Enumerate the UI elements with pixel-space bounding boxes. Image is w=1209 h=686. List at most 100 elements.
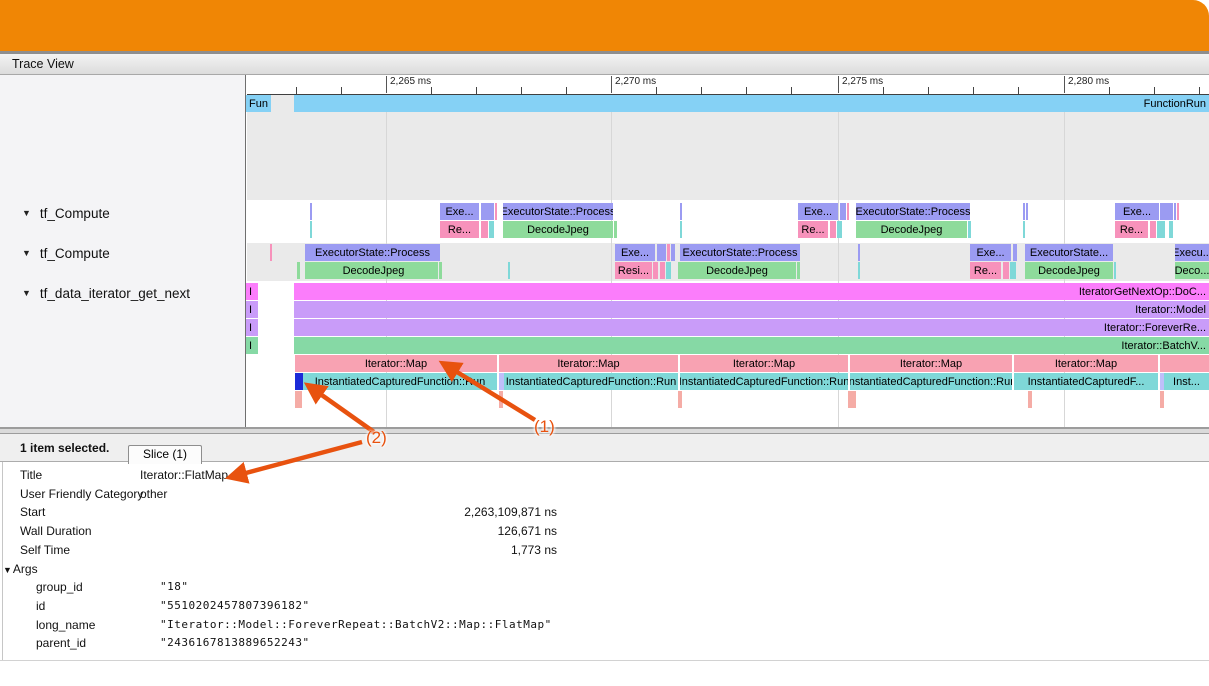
trace-slice[interactable]: Exe... — [440, 203, 479, 220]
trace-slice[interactable] — [1169, 221, 1173, 238]
sidebar-track-tf_Compute[interactable]: ▼tf_Compute — [22, 203, 110, 223]
trace-slice[interactable] — [1150, 221, 1156, 238]
collapse-triangle-icon[interactable]: ▼ — [22, 288, 31, 298]
trace-slice[interactable]: DecodeJpeg — [309, 262, 438, 279]
collapse-triangle-icon[interactable]: ▼ — [22, 208, 31, 218]
trace-slice[interactable] — [680, 221, 682, 238]
trace-slice[interactable]: Execu... — [1175, 244, 1209, 261]
trace-slice[interactable] — [1013, 244, 1017, 261]
trace-slice[interactable]: Exe... — [798, 203, 838, 220]
trace-slice[interactable]: InstantiatedCapturedFunction::Run — [303, 373, 497, 390]
trace-slice[interactable] — [1160, 391, 1164, 408]
trace-slice[interactable]: I — [246, 283, 258, 300]
trace-slice[interactable] — [1026, 203, 1028, 220]
trace-slice[interactable] — [678, 391, 682, 408]
trace-slice[interactable]: Iterator::Model — [294, 301, 1209, 318]
trace-slice[interactable] — [310, 203, 312, 220]
trace-slice[interactable]: InstantiatedCapturedFunction::Run — [680, 373, 848, 390]
trace-slice[interactable]: Iterator::Map — [850, 355, 1012, 372]
trace-slice[interactable] — [295, 391, 302, 408]
trace-slice[interactable] — [968, 221, 971, 238]
trace-slice[interactable]: Re... — [798, 221, 828, 238]
trace-slice[interactable]: Inst... — [1164, 373, 1209, 390]
trace-slice[interactable]: FunctionRun — [294, 95, 1209, 112]
tab-slice[interactable]: Slice (1) — [128, 445, 202, 464]
trace-slice[interactable]: I — [246, 319, 258, 336]
trace-slice[interactable] — [680, 203, 682, 220]
trace-slice[interactable]: Iterator::BatchV... — [294, 337, 1209, 354]
trace-slice[interactable]: Re... — [1115, 221, 1148, 238]
trace-slice[interactable]: Fun — [246, 95, 271, 112]
trace-slice[interactable] — [858, 244, 860, 261]
trace-slice[interactable] — [297, 262, 300, 279]
args-toggle[interactable]: ▼Args — [3, 562, 38, 576]
collapse-triangle-icon[interactable]: ▼ — [22, 248, 31, 258]
trace-slice[interactable] — [270, 244, 272, 261]
trace-slice[interactable] — [614, 221, 617, 238]
trace-slice[interactable]: InstantiatedCapturedF... — [1014, 373, 1158, 390]
sidebar-track-tf_data_iterator_get_next[interactable]: ▼tf_data_iterator_get_next — [22, 283, 190, 303]
trace-slice[interactable] — [495, 203, 497, 220]
trace-slice[interactable] — [667, 244, 670, 261]
trace-slice[interactable] — [1160, 203, 1173, 220]
trace-slice[interactable] — [1028, 391, 1032, 408]
trace-slice[interactable] — [657, 244, 666, 261]
trace-slice[interactable]: InstantiatedCapturedFunction::Run — [850, 373, 1012, 390]
trace-slice[interactable]: Exe... — [970, 244, 1011, 261]
trace-slice[interactable] — [671, 244, 675, 261]
trace-slice[interactable]: DecodeJpeg — [1025, 262, 1113, 279]
trace-slice[interactable]: ExecutorState... — [1025, 244, 1113, 261]
trace-slice[interactable]: Exe... — [615, 244, 655, 261]
trace-slice[interactable] — [847, 203, 849, 220]
trace-slice[interactable]: Iterator::Map — [295, 355, 497, 372]
trace-slice[interactable] — [848, 391, 856, 408]
trace-slice[interactable]: Exe... — [1115, 203, 1159, 220]
trace-slice[interactable] — [489, 221, 494, 238]
trace-slice[interactable]: Iterator::Map — [499, 355, 678, 372]
trace-slice[interactable]: Iterator::Map — [1014, 355, 1158, 372]
trace-slice[interactable] — [1114, 262, 1116, 279]
selected-slice[interactable] — [295, 373, 303, 390]
trace-slice[interactable]: ExecutorState::Process — [305, 244, 440, 261]
trace-slice[interactable] — [439, 262, 442, 279]
trace-slice[interactable]: ExecutorState::Process — [680, 244, 800, 261]
trace-slice[interactable] — [1003, 262, 1009, 279]
trace-slice[interactable]: I — [246, 301, 258, 318]
trace-slice[interactable] — [499, 391, 503, 408]
trace-slice[interactable] — [481, 203, 494, 220]
trace-slice[interactable]: DecodeJpeg — [503, 221, 613, 238]
trace-slice[interactable]: Iterator::ForeverRe... — [294, 319, 1209, 336]
trace-slice[interactable]: ExecutorState::Process — [503, 203, 613, 220]
trace-slice[interactable] — [797, 262, 800, 279]
trace-slice[interactable] — [508, 262, 510, 279]
trace-slice[interactable] — [660, 262, 665, 279]
trace-slice[interactable] — [840, 203, 846, 220]
trace-slice[interactable] — [666, 262, 671, 279]
trace-slice[interactable] — [1177, 203, 1179, 220]
trace-slice[interactable] — [1023, 221, 1025, 238]
trace-slice[interactable] — [653, 262, 658, 279]
trace-slice[interactable] — [1010, 262, 1016, 279]
trace-slice[interactable] — [1160, 355, 1209, 372]
trace-slice[interactable]: Deco... — [1175, 262, 1209, 279]
trace-slice[interactable]: Re... — [970, 262, 1001, 279]
trace-slice[interactable] — [830, 221, 836, 238]
sidebar-track-tf_Compute[interactable]: ▼tf_Compute — [22, 243, 110, 263]
trace-slice[interactable]: DecodeJpeg — [678, 262, 796, 279]
trace-slice[interactable] — [1174, 203, 1176, 220]
trace-slice[interactable]: InstantiatedCapturedFunction::Run — [504, 373, 678, 390]
trace-slice[interactable] — [310, 221, 312, 238]
trace-slice[interactable]: I — [246, 337, 258, 354]
trace-slice[interactable]: ExecutorState::Process — [856, 203, 970, 220]
search-icon[interactable] — [233, 467, 248, 485]
trace-slice[interactable]: Iterator::Map — [680, 355, 848, 372]
trace-slice[interactable] — [837, 221, 842, 238]
trace-slice[interactable] — [481, 221, 488, 238]
trace-slice[interactable] — [858, 262, 860, 279]
panel-splitter[interactable] — [0, 427, 1209, 434]
trace-slice[interactable] — [1157, 221, 1165, 238]
trace-slice[interactable]: Re... — [440, 221, 479, 238]
trace-slice[interactable]: IteratorGetNextOp::DoC... — [294, 283, 1209, 300]
trace-slice[interactable]: DecodeJpeg — [856, 221, 967, 238]
trace-slice[interactable] — [1023, 203, 1025, 220]
